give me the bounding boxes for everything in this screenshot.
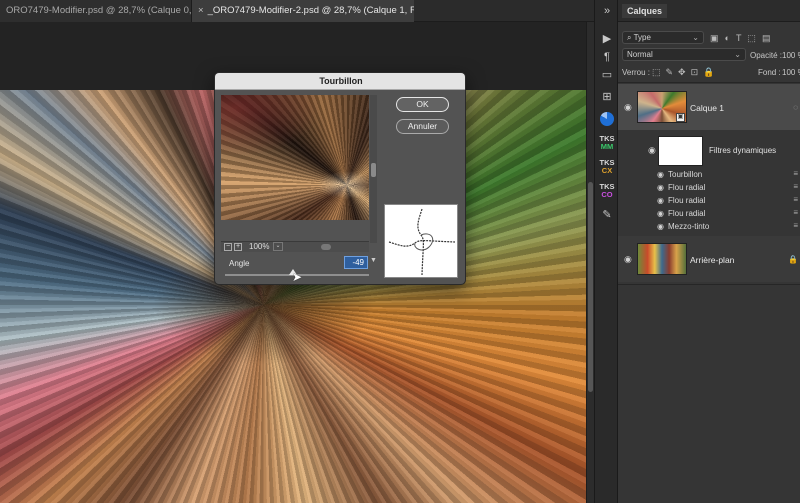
- pie-chart-icon[interactable]: [600, 112, 614, 126]
- fill-value[interactable]: 100 %: [782, 68, 800, 77]
- angle-input[interactable]: -49: [344, 256, 368, 269]
- divider: [618, 284, 800, 285]
- smart-filter-item[interactable]: ◉ Flou radial ≡: [618, 181, 800, 194]
- document-tab-inactive[interactable]: ORO7479-Modifier.psd @ 28,7% (Calque 0, …: [0, 0, 192, 22]
- layer-row-calque-1[interactable]: ◉ ▣ Calque 1 ◌: [618, 84, 800, 130]
- layout-icon[interactable]: ⊞: [598, 88, 616, 106]
- filter-options-icon[interactable]: ≡: [793, 182, 798, 191]
- smart-filter-name: Tourbillon: [668, 170, 703, 179]
- dialog-title[interactable]: Tourbillon: [215, 73, 465, 90]
- opacity-label: Opacité :: [750, 51, 783, 60]
- chevrons-icon[interactable]: »: [598, 2, 616, 20]
- twirl-diagram-thumbnail: [384, 204, 458, 278]
- smart-object-icon: ▣: [676, 113, 685, 122]
- scrollbar-thumb[interactable]: [371, 163, 376, 177]
- layer-row-arriere-plan[interactable]: ◉ Arrière-plan 🔒: [618, 236, 800, 282]
- filter-preview-image[interactable]: [221, 95, 369, 220]
- layers-panel: Calques ⌕ Type ⌄ ▣◐T⬚▤ Normal ⌄ Opacité …: [618, 0, 800, 503]
- eye-icon[interactable]: ◉: [624, 102, 632, 113]
- eye-icon[interactable]: ◉: [657, 170, 664, 179]
- smart-filter-item[interactable]: ◉ Mezzo-tinto ≡: [618, 220, 800, 233]
- lock-label: Verrou :: [622, 68, 651, 77]
- lock-icon[interactable]: 🔒: [788, 255, 798, 264]
- filter-options-icon[interactable]: ≡: [793, 195, 798, 204]
- filter-options-icon[interactable]: ≡: [793, 221, 798, 230]
- horizontal-scroll-thumb[interactable]: [321, 244, 331, 250]
- eye-icon[interactable]: ◉: [657, 183, 664, 192]
- layer-name: Calque 1: [690, 103, 725, 113]
- layer-thumbnail: [637, 243, 687, 275]
- tks-co-icon[interactable]: TKS CO: [598, 182, 616, 200]
- tks-mm-icon[interactable]: TKS MM: [598, 134, 616, 152]
- pointer-cursor-icon: ➤: [292, 270, 303, 284]
- tab-label: ORO7479-Modifier.psd @ 28,7% (Calque 0, …: [6, 5, 192, 16]
- layer-filter-icons[interactable]: ▣◐T⬚▤: [710, 33, 776, 44]
- filter-type-value: Type: [633, 33, 651, 42]
- brush-icon[interactable]: ✎: [598, 206, 616, 224]
- smart-filter-name: Flou radial: [668, 183, 706, 192]
- panel-tool-strip: » ▶ ¶ ▭ ⊞ TKS MM TKS CX TKS CO ✎: [594, 0, 618, 503]
- eye-icon[interactable]: ◉: [648, 145, 656, 156]
- document-tab-active[interactable]: × _ORO7479-Modifier-2.psd @ 28,7% (Calque…: [192, 0, 414, 22]
- smart-filter-item[interactable]: ◉ Flou radial ≡: [618, 194, 800, 207]
- paragraph-icon[interactable]: ¶: [598, 48, 616, 66]
- smart-filter-item[interactable]: ◉ Flou radial ≡: [618, 207, 800, 220]
- eye-icon[interactable]: ◉: [657, 209, 664, 218]
- zoom-value: 100%: [249, 242, 270, 251]
- tks-cx-icon[interactable]: TKS CX: [598, 158, 616, 176]
- smart-filters-row[interactable]: ◉ Filtres dynamiques: [618, 130, 800, 168]
- smart-filter-mask-thumbnail: [658, 136, 703, 166]
- panel-tab-bar: Calques: [618, 0, 800, 22]
- smart-filter-item[interactable]: ◉ Tourbillon ≡: [618, 168, 800, 181]
- tab-calques[interactable]: Calques: [622, 4, 668, 18]
- preview-zoom-bar: − + 100% ⌄: [221, 241, 369, 252]
- twirl-filter-dialog: Tourbillon − + 100% ⌄ OK Annuler Angle -…: [214, 72, 466, 285]
- filter-options-icon[interactable]: ≡: [793, 169, 798, 178]
- fill-label: Fond :: [758, 68, 781, 77]
- close-icon[interactable]: ×: [198, 0, 204, 22]
- cancel-button[interactable]: Annuler: [396, 119, 449, 134]
- chevron-down-icon: ⌄: [692, 33, 699, 42]
- smart-filter-name: Flou radial: [668, 196, 706, 205]
- scrollbar-thumb[interactable]: [588, 182, 593, 392]
- preview-scrollbar[interactable]: [370, 95, 377, 243]
- tks-sublabel: MM: [600, 142, 614, 151]
- comment-icon[interactable]: ▭: [598, 66, 616, 84]
- opacity-value[interactable]: 100 %: [782, 51, 800, 60]
- smart-filters-label: Filtres dynamiques: [709, 146, 777, 155]
- layer-name: Arrière-plan: [690, 255, 735, 265]
- tks-sublabel: CX: [601, 166, 613, 175]
- blend-mode-value: Normal: [627, 50, 653, 59]
- ok-button[interactable]: OK: [396, 97, 449, 112]
- eye-icon[interactable]: ◉: [657, 222, 664, 231]
- chevron-down-icon: ⌄: [734, 50, 741, 59]
- document-tab-bar: ORO7479-Modifier.psd @ 28,7% (Calque 0, …: [0, 0, 594, 22]
- smart-filter-name: Flou radial: [668, 209, 706, 218]
- tks-sublabel: CO: [601, 190, 613, 199]
- chevron-down-icon[interactable]: ▼: [370, 257, 377, 264]
- chevron-down-icon[interactable]: ⌄: [273, 242, 283, 251]
- smart-filter-name: Mezzo-tinto: [668, 222, 710, 231]
- tab-label: _ORO7479-Modifier-2.psd @ 28,7% (Calque …: [207, 5, 414, 16]
- eye-icon[interactable]: ◉: [624, 254, 632, 265]
- filter-options-icon[interactable]: ≡: [793, 208, 798, 217]
- layer-options-icon[interactable]: ◌: [793, 103, 798, 112]
- twirl-grid-icon: [388, 208, 456, 276]
- zoom-in-button[interactable]: +: [234, 243, 242, 251]
- angle-label: Angle: [229, 259, 250, 268]
- lock-icons[interactable]: ⬚✎✥⊡🔒: [652, 67, 719, 78]
- blend-mode-select[interactable]: Normal ⌄: [622, 48, 746, 61]
- filter-type-select[interactable]: ⌕ Type ⌄: [622, 31, 704, 44]
- play-icon[interactable]: ▶: [598, 30, 616, 48]
- zoom-out-button[interactable]: −: [224, 243, 232, 251]
- divider: [618, 82, 800, 83]
- vertical-scrollbar[interactable]: [586, 22, 594, 503]
- eye-icon[interactable]: ◉: [657, 196, 664, 205]
